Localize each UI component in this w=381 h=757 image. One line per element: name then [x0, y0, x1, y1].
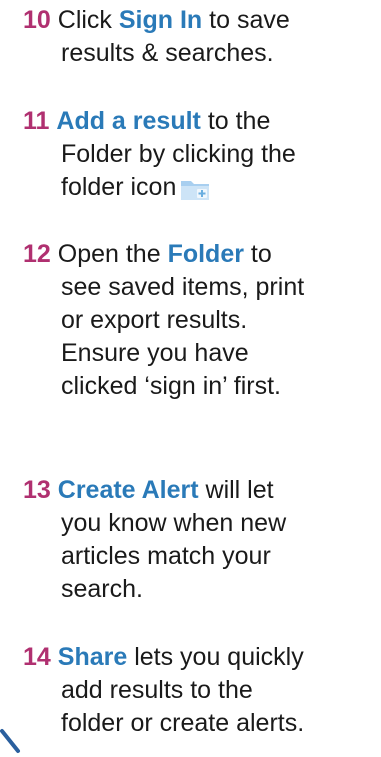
step-number: 12 — [23, 240, 51, 268]
step-12: 12 Open the Folder to see saved items, p… — [23, 238, 304, 403]
step-text: will let — [198, 476, 274, 504]
step-number: 13 — [23, 476, 51, 504]
step-14-line-1: 14 Share lets you quickly — [23, 641, 304, 674]
step-text: to the — [200, 107, 271, 135]
step-12-line-1: 12 Open the Folder to — [23, 238, 304, 271]
step-12-line-4: Ensure you have — [61, 339, 249, 367]
folder-add-icon — [180, 177, 210, 201]
step-10-line-1: 10 Click Sign In to save — [23, 4, 290, 37]
step-13-line-1: 13 Create Alert will let — [23, 474, 286, 507]
step-text: to — [243, 240, 272, 268]
step-keyword: Sign In — [118, 6, 203, 34]
step-keyword: Add a result — [56, 107, 201, 135]
step-number: 14 — [23, 643, 51, 671]
step-12-line-5: clicked ‘sign in’ first. — [61, 372, 281, 400]
step-keyword: Folder — [167, 240, 244, 268]
step-11-line-1: 11 Add a result to the — [23, 105, 296, 138]
step-text: Open the — [50, 240, 168, 268]
step-13-line-2: you know when new — [61, 509, 287, 537]
step-11-line-3: folder icon — [23, 171, 296, 204]
step-13: 13 Create Alert will let you know when n… — [23, 474, 286, 606]
step-13-line-3: articles match your — [61, 542, 271, 570]
step-keyword: Share — [57, 643, 128, 671]
step-14: 14 Share lets you quickly add results to… — [23, 641, 304, 740]
step-text: lets you quickly — [127, 643, 304, 671]
step-11: 11 Add a result to the Folder by clickin… — [23, 105, 296, 204]
step-13-line-4: search. — [61, 575, 143, 603]
step-number: 11 — [23, 107, 50, 135]
instruction-steps: 10 Click Sign In to save results & searc… — [0, 0, 381, 757]
step-text: to save — [202, 6, 290, 34]
step-14-line-2: add results to the — [61, 676, 253, 704]
step-12-line-2: see saved items, print — [61, 273, 305, 301]
step-text: Click — [50, 6, 119, 34]
step-number: 10 — [23, 6, 51, 34]
step-14-line-3: folder or create alerts. — [61, 709, 305, 737]
step-text: folder icon — [61, 173, 177, 201]
step-10-line-2: results & searches. — [61, 39, 274, 67]
step-10: 10 Click Sign In to save results & searc… — [23, 4, 290, 70]
step-11-line-2: Folder by clicking the — [61, 140, 296, 168]
pointer-arrow-fragment — [0, 729, 20, 753]
step-12-line-3: or export results. — [61, 306, 248, 334]
step-keyword: Create Alert — [57, 476, 199, 504]
